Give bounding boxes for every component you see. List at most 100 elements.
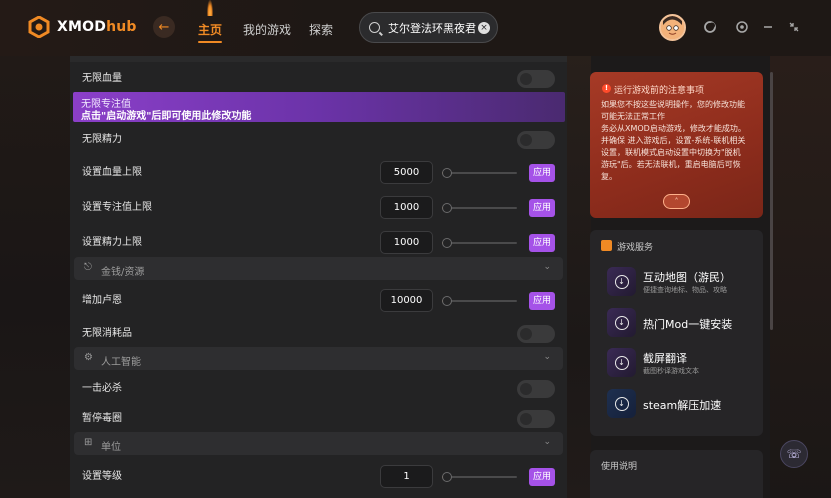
toggle-switch[interactable] (517, 410, 555, 428)
service-item-mod-install[interactable]: ↓ 热门Mod一键安装 (607, 308, 757, 342)
value-slider[interactable] (442, 168, 517, 178)
nav-active-indicator (198, 41, 222, 43)
moon-icon[interactable] (703, 20, 717, 34)
activation-tip-banner: 无限专注值 点击"启动游戏"后即可使用此修改功能 (73, 92, 565, 122)
slider-handle[interactable] (442, 203, 452, 213)
apply-button[interactable]: 应用 (529, 468, 555, 486)
chevron-down-icon: ⌄ (543, 437, 551, 447)
toggle-switch[interactable] (517, 70, 555, 88)
logo-text: XMODhub (57, 19, 137, 35)
cheat-label: 设置精力上限 (82, 237, 142, 248)
notice-line: 并确保 进入游戏后，设置-系统-联机相关 (601, 136, 746, 145)
toggle-switch[interactable] (517, 325, 555, 343)
value-slider[interactable] (442, 472, 517, 482)
service-subtitle: 截图秒译游戏文本 (643, 367, 699, 375)
service-item-steam-accel[interactable]: ↓ steam解压加速 (607, 389, 757, 423)
arrow-left-icon: ← (158, 19, 170, 35)
shrink-icon[interactable] (787, 20, 801, 34)
section-label: 单位 (101, 442, 121, 453)
nav-explore[interactable]: 探索 (309, 21, 333, 38)
cheat-label: 设置专注值上限 (82, 202, 152, 213)
cheat-row: 设置精力上限 1000 应用 (70, 224, 567, 256)
headset-icon: ☏ (786, 447, 802, 461)
notice-line: 如果您不按这些说明操作，您的修改功能 (601, 100, 745, 109)
section-header-unit[interactable]: ⊞ 单位 ⌄ (74, 432, 563, 455)
right-scrollbar[interactable] (770, 72, 773, 330)
service-icon: ↓ (607, 348, 636, 377)
section-header-money[interactable]: ⎋ 金钱/资源 ⌄ (74, 257, 563, 280)
toggle-switch[interactable] (517, 131, 555, 149)
service-item-translate[interactable]: ↓ 截屏翻译 截图秒译游戏文本 (607, 348, 757, 382)
background-left (0, 0, 70, 498)
cheat-label: 无限血量 (82, 73, 122, 84)
notice-line: 游玩"后。若无法联机，重启电脑后可恢 (601, 160, 741, 169)
value-input[interactable]: 1000 (380, 196, 433, 219)
value-input[interactable]: 5000 (380, 161, 433, 184)
search-box[interactable]: 艾尔登法环黑夜君临 × (359, 12, 498, 43)
unit-icon: ⊞ (84, 437, 93, 448)
xmod-logo-icon (28, 16, 50, 38)
download-icon: ↓ (614, 355, 629, 370)
cheat-label: 暂停毒圈 (82, 413, 122, 424)
section-header-ai[interactable]: ⚙ 人工智能 ⌄ (74, 347, 563, 370)
service-icon: ↓ (607, 267, 636, 296)
nav-flame-decoration (207, 0, 213, 16)
service-subtitle: 便捷查询地标、物品、攻略 (643, 286, 727, 294)
back-button[interactable]: ← (153, 16, 175, 38)
cheat-label: 设置等级 (82, 471, 122, 482)
service-icon: ↓ (607, 308, 636, 337)
cheat-label: 一击必杀 (82, 383, 122, 394)
settings-icon[interactable] (735, 20, 749, 34)
search-icon (369, 22, 380, 33)
cheat-row: 设置等级 1 应用 (70, 458, 567, 490)
usage-card: 使用说明 (590, 450, 763, 498)
cheat-panel: 无限血量 无限专注值 点击"启动游戏"后即可使用此修改功能 无限精力 设置血量上… (70, 56, 567, 498)
value-input[interactable]: 1000 (380, 231, 433, 254)
background-gap (567, 0, 591, 498)
download-icon: ↓ (614, 274, 629, 289)
notice-line: 可能无法正常工作 (601, 112, 665, 121)
usage-title: 使用说明 (601, 462, 638, 472)
apply-button[interactable]: 应用 (529, 292, 555, 310)
notice-collapse-button[interactable]: ˄ (663, 194, 690, 209)
cheat-label: 无限精力 (82, 134, 122, 145)
search-input[interactable]: 艾尔登法环黑夜君临 (388, 20, 476, 36)
download-icon: ↓ (614, 396, 629, 411)
apply-button[interactable]: 应用 (529, 234, 555, 252)
background-right (770, 0, 831, 498)
value-input[interactable]: 1 (380, 465, 433, 488)
nav-my-games[interactable]: 我的游戏 (243, 21, 291, 38)
support-button[interactable]: ☏ (780, 440, 808, 468)
cheat-row: 无限消耗品 (70, 315, 567, 347)
top-bar: XMODhub ← 主页 我的游戏 探索 艾尔登法环黑夜君临 × (0, 0, 831, 56)
slider-handle[interactable] (442, 472, 452, 482)
slider-handle[interactable] (442, 168, 452, 178)
notice-text: 如果您不按这些说明操作，您的修改功能 可能无法正常工作 务必从XMOD启动游戏，… (601, 99, 756, 183)
minimize-icon[interactable] (761, 20, 775, 34)
value-input[interactable]: 10000 (380, 289, 433, 312)
slider-handle[interactable] (442, 238, 452, 248)
clear-search-icon[interactable]: × (478, 21, 490, 34)
user-avatar[interactable] (659, 14, 686, 41)
apply-button[interactable]: 应用 (529, 199, 555, 217)
toggle-switch[interactable] (517, 380, 555, 398)
cheat-row: 设置血量上限 5000 应用 (70, 154, 567, 186)
nav-home[interactable]: 主页 (198, 21, 222, 38)
service-item-map[interactable]: ↓ 互动地图（游民） 便捷查询地标、物品、攻略 (607, 267, 757, 301)
game-services-card: 游戏服务 ↓ 互动地图（游民） 便捷查询地标、物品、攻略 ↓ 热门Mod一键安装… (590, 230, 763, 436)
cheat-row: 一击必杀 (70, 370, 567, 402)
cheat-label: 设置血量上限 (82, 167, 142, 178)
mouse-icon: ⎋ (84, 262, 92, 273)
app-logo[interactable]: XMODhub (28, 16, 137, 38)
value-slider[interactable] (442, 203, 517, 213)
slider-handle[interactable] (442, 296, 452, 306)
cheat-row: 设置专注值上限 1000 应用 (70, 189, 567, 221)
service-title: 截屏翻译 (643, 352, 687, 365)
service-title: 热门Mod一键安装 (643, 318, 733, 331)
apply-button[interactable]: 应用 (529, 164, 555, 182)
tip-body: 点击"启动游戏"后即可使用此修改功能 (81, 111, 252, 122)
cheat-label: 增加卢恩 (82, 295, 122, 306)
value-slider[interactable] (442, 238, 517, 248)
value-slider[interactable] (442, 296, 517, 306)
download-icon: ↓ (614, 315, 629, 330)
